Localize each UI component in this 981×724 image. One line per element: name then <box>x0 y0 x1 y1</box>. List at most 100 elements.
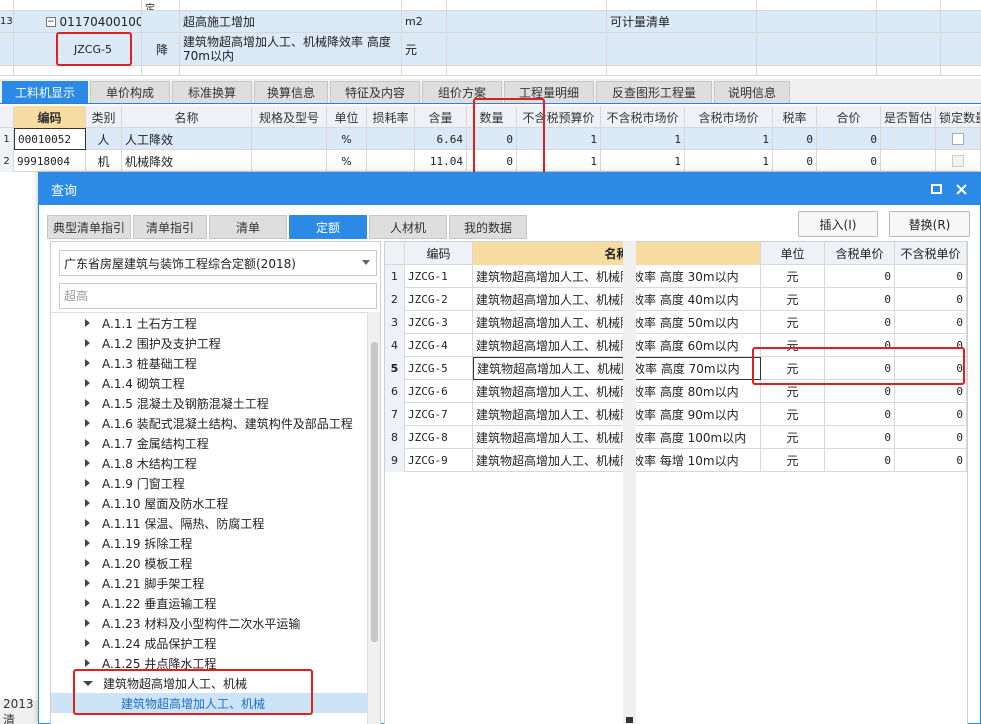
price-cell[interactable]: 0 <box>895 449 967 472</box>
code-cell[interactable]: JZCG-6 <box>405 380 473 403</box>
col-header-content[interactable]: 含量 <box>415 106 467 128</box>
unit-cell[interactable]: % <box>327 128 367 150</box>
budget-price-cell[interactable]: 1 <box>517 150 601 172</box>
name-cell[interactable]: 机械降效 <box>122 150 252 172</box>
price-tax-cell[interactable]: 0 <box>825 265 895 288</box>
col-header-market-price-tax[interactable]: 含税市场价 <box>685 106 773 128</box>
type-cell[interactable]: 机 <box>86 150 122 172</box>
tree-item[interactable]: A.1.6 装配式混凝土结构、建筑构件及部品工程 <box>51 413 367 433</box>
expand-icon[interactable] <box>85 379 90 387</box>
code-cell[interactable]: JZCG-8 <box>405 426 473 449</box>
tree-item[interactable]: A.1.10 屋面及防水工程 <box>51 493 367 513</box>
grid-scrollbar[interactable] <box>623 241 636 724</box>
tree-item-expanded[interactable]: 建筑物超高增加人工、机械 <box>51 673 367 693</box>
price-cell[interactable]: 0 <box>895 357 967 380</box>
tree-item[interactable]: A.1.7 金属结构工程 <box>51 433 367 453</box>
name-cell[interactable]: 建筑物超高增加人工、机械降效率 高度 70m以内 <box>473 357 761 380</box>
loss-cell[interactable] <box>367 150 415 172</box>
col-header-code[interactable]: 编码 <box>405 242 473 265</box>
name-cell[interactable]: 建筑物超高增加人工、机械降效率 每增 10m以内 <box>473 449 761 472</box>
unit-cell[interactable]: 元 <box>761 311 825 334</box>
tab-bill-guide[interactable]: 清单指引 <box>133 215 207 239</box>
tree-item[interactable]: A.1.8 木结构工程 <box>51 453 367 473</box>
tree-scrollbar[interactable] <box>367 312 380 724</box>
content-cell[interactable]: 11.04 <box>415 150 467 172</box>
table-row[interactable]: 5 JZCG-5 建筑物超高增加人工、机械降效率 高度 70m以内元 0 0 <box>385 357 967 380</box>
insert-button[interactable]: 插入(I) <box>798 211 878 237</box>
expand-icon[interactable] <box>85 519 90 527</box>
tree-item[interactable]: A.1.3 桩基础工程 <box>51 353 367 373</box>
code-cell[interactable]: JZCG-7 <box>405 403 473 426</box>
tree-item[interactable]: A.1.22 垂直运输工程 <box>51 593 367 613</box>
tab-unit-price[interactable]: 单价构成 <box>90 81 170 103</box>
spec-cell[interactable] <box>252 128 327 150</box>
col-header-total[interactable]: 合价 <box>817 106 881 128</box>
price-tax-cell[interactable]: 0 <box>825 311 895 334</box>
table-row[interactable]: 6 JZCG-6 建筑物超高增加人工、机械降效率 高度 80m以内元 0 0 <box>385 380 967 403</box>
market-price-cell[interactable]: 1 <box>601 150 685 172</box>
scrollbar-thumb[interactable] <box>626 717 633 723</box>
tree-item[interactable]: A.1.5 混凝土及钢筋混凝土工程 <box>51 393 367 413</box>
expand-icon[interactable] <box>85 359 90 367</box>
scrollbar-thumb[interactable] <box>371 342 378 642</box>
unit-cell[interactable]: 元 <box>761 265 825 288</box>
col-header-code[interactable]: 编码 <box>14 106 86 128</box>
market-price-tax-cell[interactable]: 1 <box>685 150 773 172</box>
tab-quantity-detail[interactable]: 工程量明细 <box>504 81 594 103</box>
market-price-tax-cell[interactable]: 1 <box>685 128 773 150</box>
tree-item[interactable]: A.1.1 土石方工程 <box>51 313 367 333</box>
price-cell[interactable]: 0 <box>895 334 967 357</box>
table-row[interactable]: 9 JZCG-9 建筑物超高增加人工、机械降效率 每增 10m以内元 0 0 <box>385 449 967 472</box>
quantity-cell[interactable]: 0 <box>467 128 517 150</box>
tree-item-selected[interactable]: 建筑物超高增加人工、机械 <box>51 693 367 713</box>
table-row[interactable]: 1 JZCG-1 建筑物超高增加人工、机械降效率 高度 30m以内元 0 0 <box>385 265 967 288</box>
tax-rate-cell[interactable]: 0 <box>773 128 817 150</box>
type-cell[interactable]: 人 <box>86 128 122 150</box>
col-header-unit[interactable]: 单位 <box>327 106 367 128</box>
expand-icon[interactable] <box>85 599 90 607</box>
expand-icon[interactable] <box>85 419 90 427</box>
col-header-name[interactable]: 名称 <box>473 242 761 265</box>
col-header-type[interactable]: 类别 <box>86 106 122 128</box>
tree-item[interactable]: A.1.25 井点降水工程 <box>51 653 367 673</box>
unit-cell[interactable]: 元 <box>761 288 825 311</box>
table-row[interactable]: 8 JZCG-8 建筑物超高增加人工、机械降效率 高度 100m以内元 0 0 <box>385 426 967 449</box>
tab-typical-bill-guide[interactable]: 典型清单指引 <box>47 215 131 239</box>
name-cell[interactable]: 建筑物超高增加人工、机械降效率 高度 50m以内 <box>473 311 761 334</box>
name-cell[interactable]: 建筑物超高增加人工、机械降效率 高度 30m以内 <box>473 265 761 288</box>
price-tax-cell[interactable]: 0 <box>825 403 895 426</box>
price-cell[interactable]: 0 <box>895 311 967 334</box>
tree-item[interactable]: A.1.19 拆除工程 <box>51 533 367 553</box>
total-cell[interactable]: 0 <box>817 128 881 150</box>
col-header-price[interactable]: 不含税单价 <box>895 242 967 265</box>
tax-rate-cell[interactable]: 0 <box>773 150 817 172</box>
code-cell[interactable]: JZCG-4 <box>405 334 473 357</box>
tree-item[interactable]: A.1.23 材料及小型构件二次水平运输 <box>51 613 367 633</box>
code-cell[interactable]: − 011704001001 <box>14 11 142 32</box>
price-tax-cell[interactable]: 0 <box>825 426 895 449</box>
code-cell[interactable]: 00010052 <box>14 128 86 150</box>
expand-icon[interactable] <box>85 479 90 487</box>
total-cell[interactable]: 0 <box>817 150 881 172</box>
tab-quota[interactable]: 定额 <box>289 215 367 239</box>
code-cell[interactable]: 99918004 <box>14 150 86 172</box>
table-row[interactable]: 4 JZCG-4 建筑物超高增加人工、机械降效率 高度 60m以内元 0 0 <box>385 334 967 357</box>
maximize-icon[interactable] <box>928 181 944 197</box>
unit-cell[interactable]: 元 <box>761 334 825 357</box>
table-row[interactable]: 1 00010052 人 人工降效 % 6.64 0 1 1 1 0 0 <box>0 128 981 150</box>
col-header-name[interactable]: 名称 <box>122 106 252 128</box>
tree-item[interactable]: A.1.11 保温、隔热、防腐工程 <box>51 513 367 533</box>
name-cell[interactable]: 人工降效 <box>122 128 252 150</box>
code-cell[interactable]: JZCG-9 <box>405 449 473 472</box>
tree-item[interactable]: A.1.4 砌筑工程 <box>51 373 367 393</box>
expand-icon[interactable] <box>85 579 90 587</box>
name-cell[interactable]: 建筑物超高增加人工、机械降效率 高度 60m以内 <box>473 334 761 357</box>
name-cell[interactable]: 建筑物超高增加人工、机械降效率 高度 100m以内 <box>473 426 761 449</box>
budget-price-cell[interactable]: 1 <box>517 128 601 150</box>
unit-cell[interactable]: 元 <box>761 426 825 449</box>
price-tax-cell[interactable]: 0 <box>825 449 895 472</box>
expand-icon[interactable] <box>85 399 90 407</box>
expand-icon[interactable] <box>85 639 90 647</box>
col-header-quantity[interactable]: 数量 <box>467 106 517 128</box>
price-cell[interactable]: 0 <box>895 288 967 311</box>
